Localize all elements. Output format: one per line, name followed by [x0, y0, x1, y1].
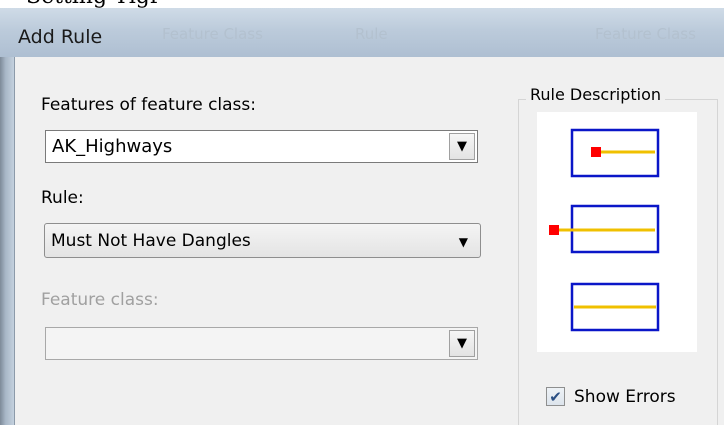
dialog-body: Features of feature class: AK_Highways ▼…: [14, 57, 724, 425]
chevron-down-icon[interactable]: ▼: [449, 330, 475, 357]
features-dropdown-value: AK_Highways: [52, 136, 173, 157]
feature-class-label: Feature class:: [41, 290, 159, 310]
rule-label: Rule:: [41, 188, 84, 208]
ghost-header-2: Rule: [355, 25, 388, 43]
ghost-header-3: Feature Class: [595, 25, 696, 43]
example-no-error: [570, 282, 660, 332]
features-label: Features of feature class:: [41, 95, 256, 115]
rule-description-preview: [537, 112, 697, 352]
title-bar: Feature Class Rule Feature Class Add Rul…: [0, 8, 724, 57]
window-title: Add Rule: [18, 26, 103, 48]
rule-dropdown[interactable]: Must Not Have Dangles ▼: [44, 223, 481, 258]
ghost-header-1: Feature Class: [162, 25, 263, 43]
example-dangle-inside: [570, 128, 660, 178]
error-point-icon: [591, 147, 601, 157]
features-dropdown[interactable]: AK_Highways ▼: [45, 130, 478, 163]
chevron-down-icon: ▼: [458, 235, 468, 249]
rule-dropdown-value: Must Not Have Dangles: [51, 231, 251, 251]
window-frame-left: [0, 57, 14, 425]
chevron-down-icon[interactable]: ▼: [449, 133, 475, 160]
show-errors-checkbox[interactable]: ✔: [546, 387, 565, 406]
feature-class-dropdown[interactable]: ▼: [45, 327, 478, 360]
background-window-edge: Setting Tigr: [0, 0, 724, 8]
example-dangle-outside: [549, 204, 660, 254]
checkmark-icon: ✔: [549, 387, 562, 406]
show-errors-label[interactable]: Show Errors: [574, 387, 676, 407]
error-point-icon: [549, 225, 559, 235]
rule-diagram: [549, 128, 660, 332]
rule-description-title: Rule Description: [526, 85, 666, 104]
